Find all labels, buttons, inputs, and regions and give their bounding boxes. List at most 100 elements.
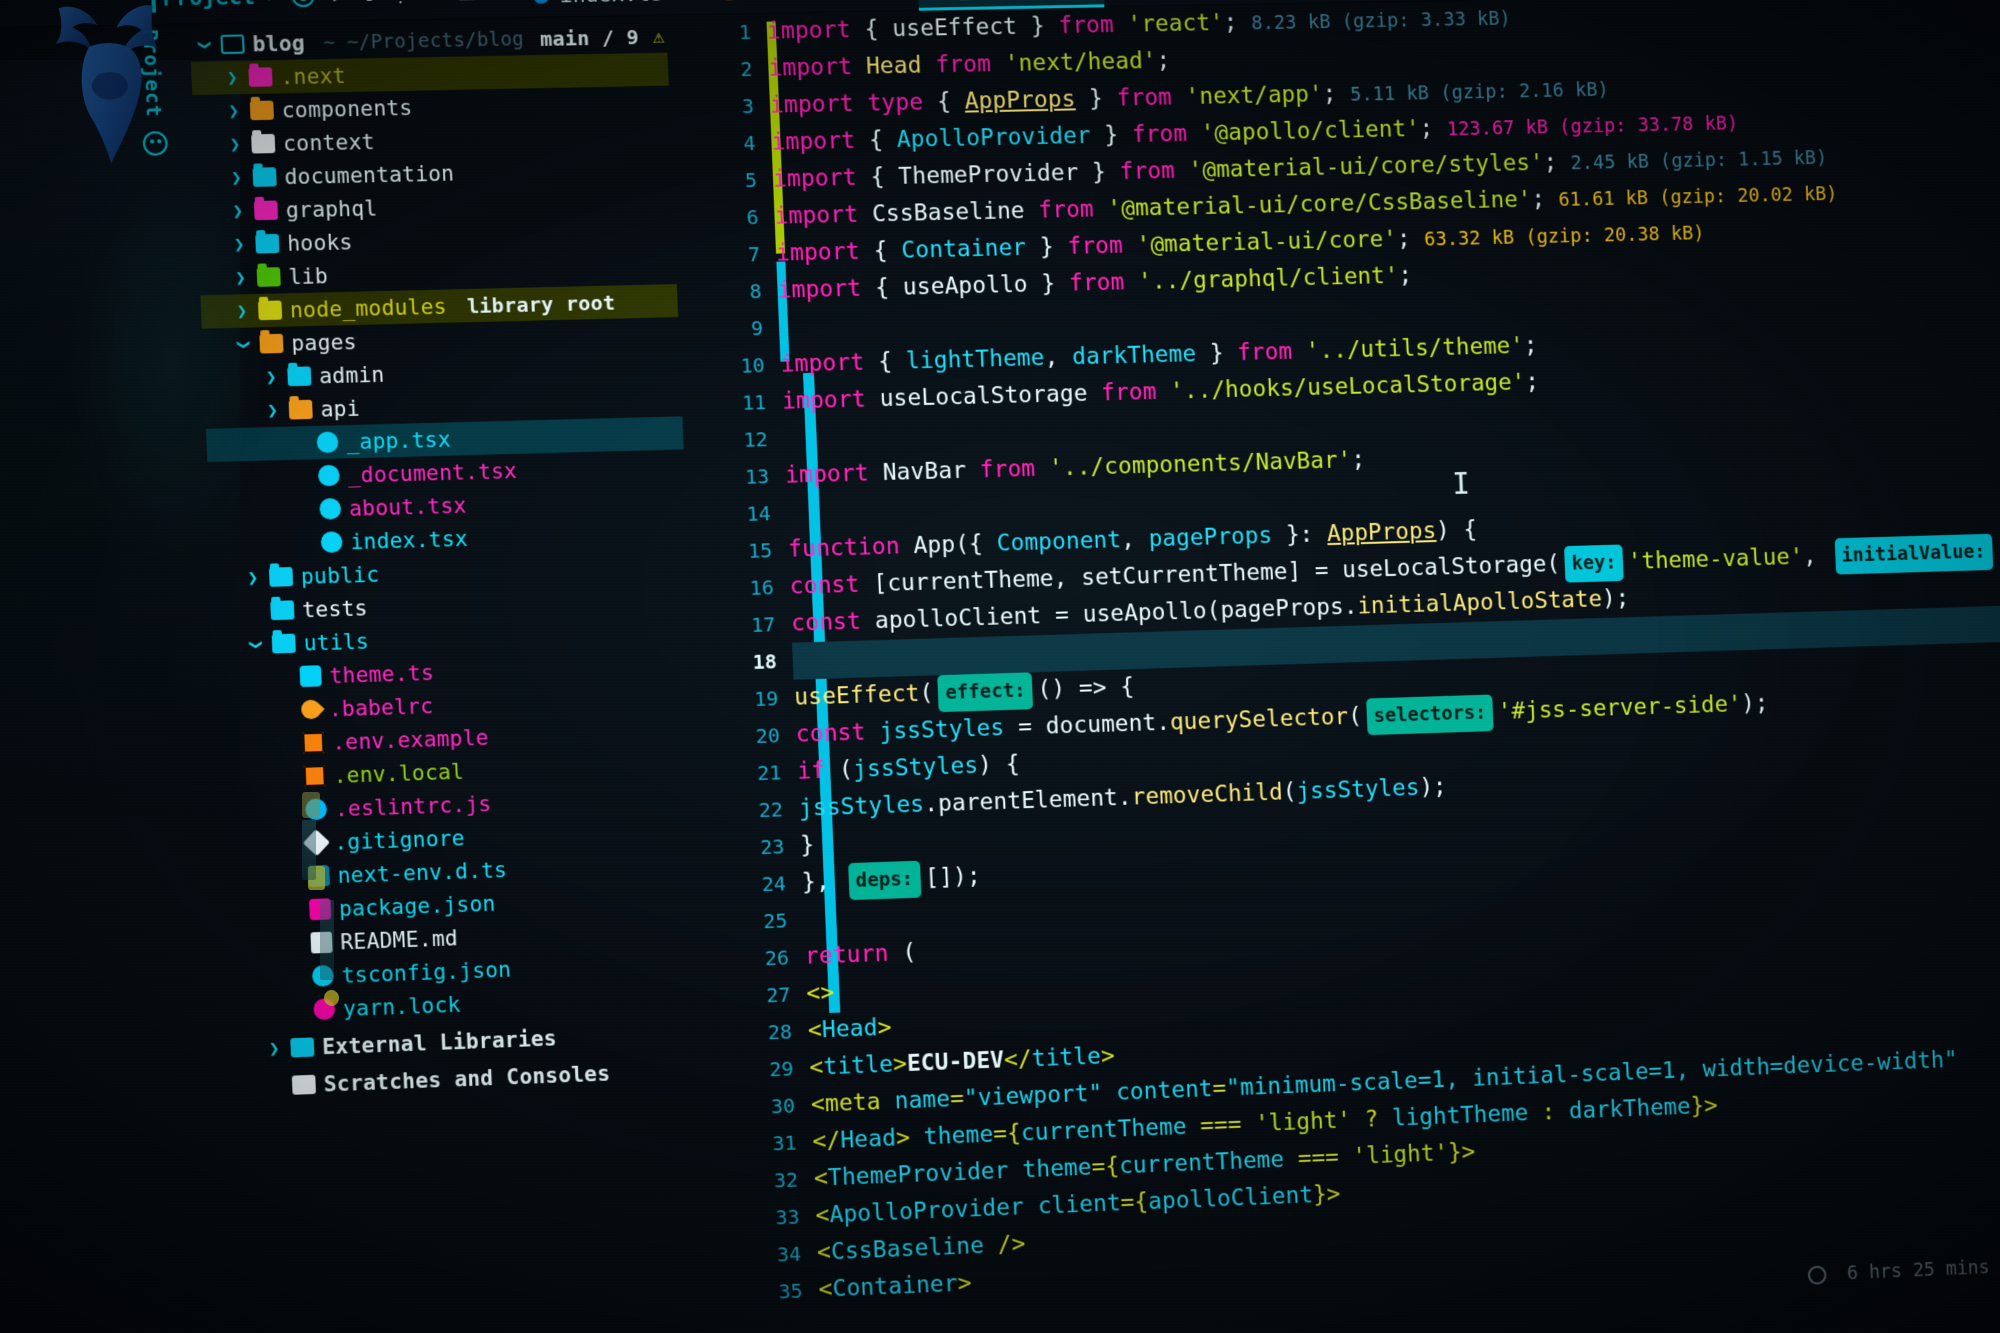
tree-item-label: components xyxy=(281,95,413,123)
line-number[interactable]: 26 xyxy=(708,939,802,979)
chevron-right-icon[interactable]: ❯ xyxy=(224,67,241,88)
tree-item-label: .babelrc xyxy=(328,693,434,721)
expand-icon[interactable]: ↗ xyxy=(330,0,345,8)
bull-logo-reflection xyxy=(55,5,159,164)
tsx-icon xyxy=(319,497,342,520)
folder-icon xyxy=(253,200,279,221)
line-number[interactable]: 28 xyxy=(711,1013,805,1054)
tree-item-label: next-env.d.ts xyxy=(337,857,508,888)
folder-icon xyxy=(251,133,276,154)
chevron-right-icon[interactable]: ❯ xyxy=(263,367,280,388)
code-lines[interactable]: import { useEffect } from 'react'; 8.23 … xyxy=(766,0,2000,1309)
line-number[interactable]: 30 xyxy=(714,1087,808,1128)
line-number[interactable]: 14 xyxy=(690,495,784,535)
tree-item-label: public xyxy=(300,561,380,589)
chevron-right-icon[interactable]: ❯ xyxy=(244,567,261,588)
list-icon[interactable]: ☰ xyxy=(457,0,477,5)
line-number[interactable]: 9 xyxy=(682,310,776,349)
json-icon xyxy=(309,898,332,921)
tree-item-label: context xyxy=(282,129,376,156)
tree-item-label: package.json xyxy=(338,891,496,921)
git-icon xyxy=(302,829,331,857)
folder-icon xyxy=(257,300,283,321)
tree-item-label: hooks xyxy=(286,229,354,256)
code-editor[interactable]: 1 2 3 4 5 6 7 8 9 10 11 12 13 14 15 16 17 18 19 20 21 22 23 24 2… xyxy=(670,0,2000,1333)
line-number[interactable]: 19 xyxy=(697,680,791,720)
tree-item-label: External Libraries xyxy=(321,1025,558,1059)
project-path-label: ~ ~/Projects/blog xyxy=(322,27,525,54)
line-number[interactable]: 20 xyxy=(699,717,793,757)
folder-icon xyxy=(220,34,245,55)
tree-item-label: about.tsx xyxy=(348,492,467,521)
chevron-right-icon[interactable]: ❯ xyxy=(229,201,246,222)
line-number[interactable]: 29 xyxy=(713,1050,807,1091)
chevron-right-icon[interactable]: ❯ xyxy=(227,134,244,155)
chevron-right-icon[interactable]: ❯ xyxy=(264,400,281,421)
line-number[interactable]: 24 xyxy=(705,865,799,905)
line-number[interactable]: 22 xyxy=(702,791,796,831)
chevron-right-icon[interactable]: ❯ xyxy=(225,101,242,122)
git-branch-label[interactable]: main / 9 xyxy=(540,25,640,51)
chevron-right-icon[interactable]: ❯ xyxy=(228,167,245,188)
chevron-right-icon[interactable]: ❯ xyxy=(233,301,250,322)
ide-window: Project ↗ ↘ ⋮ — ☰ index.ts×.env.local×_a… xyxy=(0,0,2000,1333)
close-icon[interactable]: × xyxy=(677,0,690,5)
chevron-right-icon[interactable]: ❯ xyxy=(232,267,249,288)
line-number[interactable]: 5 xyxy=(676,162,770,201)
line-number[interactable]: 17 xyxy=(694,606,788,646)
line-number[interactable]: 33 xyxy=(719,1198,813,1239)
tree-item-label: .env.local xyxy=(333,759,465,788)
line-number[interactable]: 7 xyxy=(679,236,773,275)
line-number[interactable]: 27 xyxy=(709,976,803,1016)
tsx-icon xyxy=(316,431,339,454)
line-number[interactable]: 32 xyxy=(717,1161,811,1202)
chevron-right-icon[interactable]: ❯ xyxy=(266,1038,283,1059)
line-number[interactable]: 10 xyxy=(684,347,778,386)
babel-icon xyxy=(297,695,325,724)
line-number[interactable]: 34 xyxy=(720,1235,814,1276)
line-number[interactable]: 12 xyxy=(687,421,781,461)
line-number[interactable]: 2 xyxy=(671,51,765,90)
tree-item-label: utils xyxy=(303,628,370,656)
library-icon xyxy=(290,1037,315,1058)
folder-icon xyxy=(287,366,312,387)
line-number[interactable]: 11 xyxy=(685,384,779,423)
chevron-down-icon[interactable]: ❯ xyxy=(245,636,266,653)
line-number[interactable]: 16 xyxy=(693,569,787,609)
line-number[interactable]: 13 xyxy=(688,458,782,498)
tree-root-label: blog xyxy=(252,30,306,56)
line-number[interactable]: 25 xyxy=(706,902,800,942)
line-number[interactable]: 23 xyxy=(703,828,797,868)
folder-icon xyxy=(268,566,294,587)
hide-icon[interactable]: — xyxy=(427,0,441,6)
collapse-icon[interactable]: ↘ xyxy=(360,0,374,7)
line-number[interactable]: 4 xyxy=(674,125,768,164)
markdown-icon xyxy=(310,931,333,954)
editor-tab-label: .env.local xyxy=(747,0,876,3)
tree-item-label: .next xyxy=(279,63,347,89)
line-number[interactable]: 21 xyxy=(700,754,794,794)
target-icon[interactable] xyxy=(290,0,315,8)
chevron-right-icon[interactable]: ❯ xyxy=(231,234,248,255)
env-icon xyxy=(302,731,325,754)
line-number[interactable]: 6 xyxy=(678,199,772,238)
line-number[interactable]: 31 xyxy=(716,1124,810,1165)
tree-item-label: lib xyxy=(288,263,329,289)
time-tracker-label[interactable]: 6 hrs 25 mins xyxy=(1847,1256,1991,1284)
line-number[interactable]: 18 xyxy=(696,643,790,683)
chevron-down-icon[interactable]: ❯ xyxy=(233,336,254,353)
line-number[interactable]: 1 xyxy=(670,14,764,53)
more-options-icon[interactable]: ⋮ xyxy=(390,0,412,6)
line-number[interactable]: 15 xyxy=(691,532,785,572)
close-icon[interactable]: × xyxy=(889,0,902,1)
tree-item-label: _app.tsx xyxy=(345,426,452,454)
line-number[interactable]: 35 xyxy=(722,1272,816,1313)
line-number[interactable]: 3 xyxy=(673,88,767,127)
line-number[interactable]: 8 xyxy=(681,273,775,312)
